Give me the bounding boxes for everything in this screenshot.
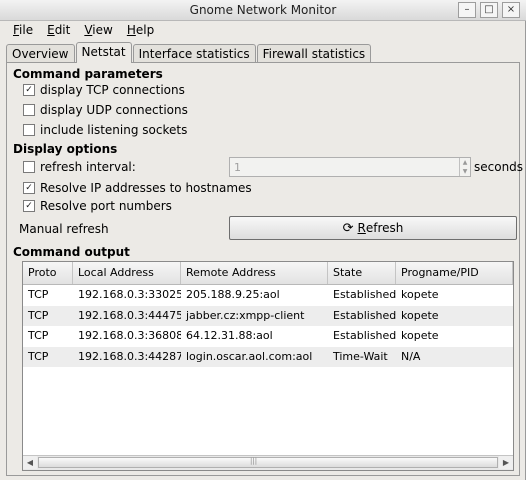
- table-body: TCP 192.168.0.3:33025 205.188.9.25:aol E…: [23, 285, 513, 367]
- tab-firewall-statistics[interactable]: Firewall statistics: [256, 44, 372, 63]
- scroll-left-icon[interactable]: ◀: [23, 456, 37, 469]
- command-parameters-heading: Command parameters: [13, 67, 163, 81]
- command-output-heading: Command output: [13, 245, 130, 259]
- udp-checkbox[interactable]: [23, 104, 35, 116]
- scrollbar-thumb[interactable]: [38, 457, 498, 468]
- title-bar[interactable]: Gnome Network Monitor – □ ×: [0, 0, 526, 21]
- refresh-button[interactable]: ⟳ Refresh: [229, 216, 517, 240]
- menu-help[interactable]: Help: [120, 21, 161, 39]
- refresh-interval-unit: seconds: [474, 160, 524, 174]
- tab-overview[interactable]: Overview: [6, 44, 75, 63]
- column-header-local-address[interactable]: Local Address: [73, 262, 181, 284]
- horizontal-scrollbar[interactable]: ◀ ||| ▶: [23, 455, 513, 470]
- command-output-table[interactable]: Proto Local Address Remote Address State…: [22, 261, 514, 471]
- maximize-icon[interactable]: □: [480, 2, 498, 18]
- spinner-arrows-icon[interactable]: ▲ ▼: [459, 158, 470, 176]
- grip-icon: |||: [250, 457, 258, 465]
- table-row[interactable]: TCP 192.168.0.3:44475 jabber.cz:xmpp-cli…: [23, 305, 513, 326]
- display-options-heading: Display options: [13, 142, 118, 156]
- menu-bar: File Edit View Help: [0, 21, 526, 39]
- refresh-interval-spinner[interactable]: 1 ▲ ▼: [229, 157, 471, 177]
- netstat-panel: Command parameters ✓ display TCP connect…: [6, 62, 524, 476]
- menu-view[interactable]: View: [77, 21, 119, 39]
- tcp-option[interactable]: ✓ display TCP connections: [23, 83, 185, 97]
- scroll-right-icon[interactable]: ▶: [499, 456, 513, 469]
- refresh-interval-label: refresh interval:: [40, 160, 136, 174]
- resolve-port-label: Resolve port numbers: [40, 199, 172, 213]
- tab-netstat[interactable]: Netstat: [75, 42, 132, 63]
- column-header-remote-address[interactable]: Remote Address: [181, 262, 328, 284]
- resolve-ip-option[interactable]: ✓ Resolve IP addresses to hostnames: [23, 181, 252, 195]
- resolve-port-checkbox[interactable]: ✓: [23, 200, 35, 212]
- listening-option[interactable]: include listening sockets: [23, 123, 187, 137]
- refresh-interval-checkbox[interactable]: [23, 161, 35, 173]
- resolve-ip-label: Resolve IP addresses to hostnames: [40, 181, 252, 195]
- minimize-icon[interactable]: –: [458, 2, 476, 18]
- app-window: Gnome Network Monitor – □ × File Edit Vi…: [0, 0, 526, 480]
- resolve-ip-checkbox[interactable]: ✓: [23, 182, 35, 194]
- table-row[interactable]: TCP 192.168.0.3:44287 login.oscar.aol.co…: [23, 346, 513, 367]
- refresh-interval-option[interactable]: refresh interval:: [23, 160, 136, 174]
- tab-interface-statistics[interactable]: Interface statistics: [132, 44, 256, 63]
- menu-edit[interactable]: Edit: [40, 21, 77, 39]
- refresh-interval-value: 1: [234, 161, 241, 174]
- table-header: Proto Local Address Remote Address State…: [23, 262, 513, 285]
- menu-file[interactable]: File: [6, 21, 40, 39]
- table-row[interactable]: TCP 192.168.0.3:36808 64.12.31.88:aol Es…: [23, 326, 513, 347]
- tcp-checkbox[interactable]: ✓: [23, 84, 35, 96]
- window-controls: – □ ×: [458, 2, 520, 18]
- tcp-label: display TCP connections: [40, 83, 185, 97]
- manual-refresh-label: Manual refresh: [19, 222, 109, 236]
- refresh-icon: ⟳: [342, 220, 354, 236]
- listening-checkbox[interactable]: [23, 124, 35, 136]
- udp-option[interactable]: display UDP connections: [23, 103, 188, 117]
- column-header-state[interactable]: State: [328, 262, 396, 284]
- table-row[interactable]: TCP 192.168.0.3:33025 205.188.9.25:aol E…: [23, 285, 513, 306]
- column-header-progname[interactable]: Progname/PID: [396, 262, 513, 284]
- udp-label: display UDP connections: [40, 103, 188, 117]
- tab-bar: Overview Netstat Interface statistics Fi…: [6, 42, 372, 63]
- listening-label: include listening sockets: [40, 123, 188, 137]
- column-header-proto[interactable]: Proto: [23, 262, 73, 284]
- window-title: Gnome Network Monitor: [189, 3, 337, 17]
- resolve-port-option[interactable]: ✓ Resolve port numbers: [23, 199, 172, 213]
- close-icon[interactable]: ×: [502, 2, 520, 18]
